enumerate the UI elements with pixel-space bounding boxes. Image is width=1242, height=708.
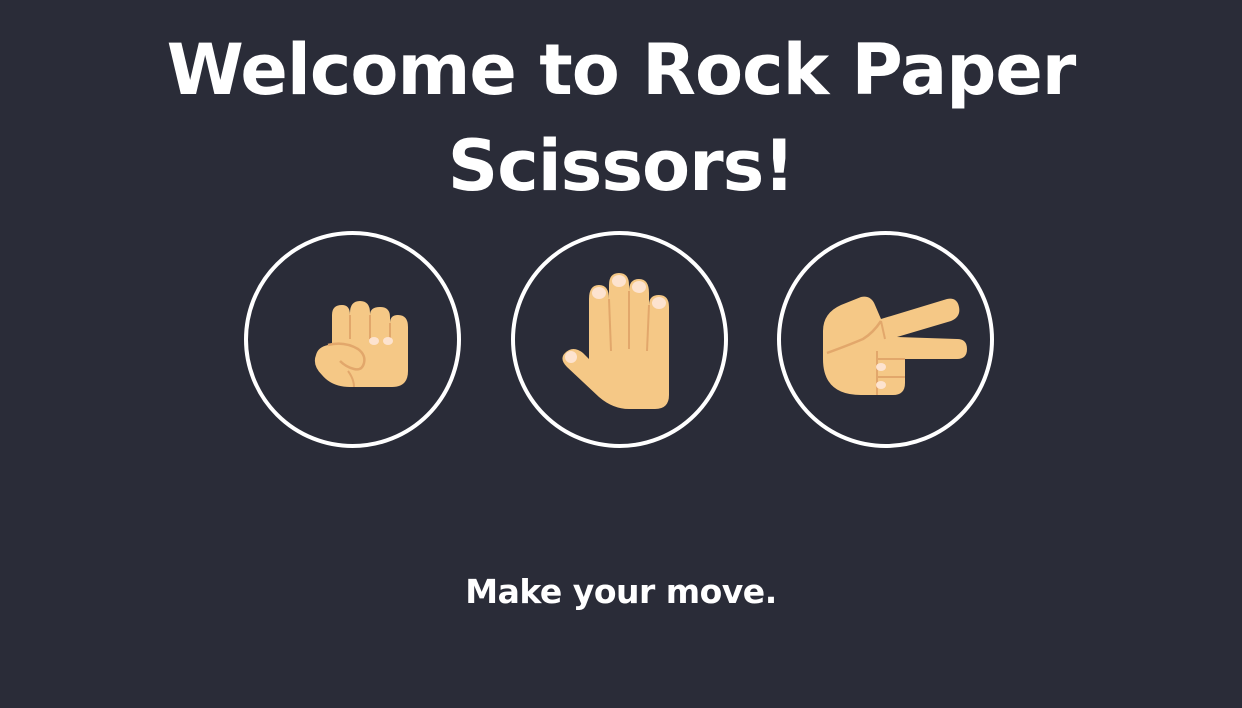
page-title: Welcome to Rock Paper Scissors!	[166, 29, 1077, 207]
raised-fist-icon	[314, 300, 408, 387]
choice-buttons	[0, 231, 1242, 448]
status-message: Make your move.	[465, 572, 777, 611]
raised-hand-icon	[561, 272, 669, 409]
victory-hand-icon	[822, 296, 967, 395]
rock-button[interactable]	[244, 231, 461, 448]
scissors-button[interactable]	[777, 231, 994, 448]
paper-button[interactable]	[511, 231, 728, 448]
